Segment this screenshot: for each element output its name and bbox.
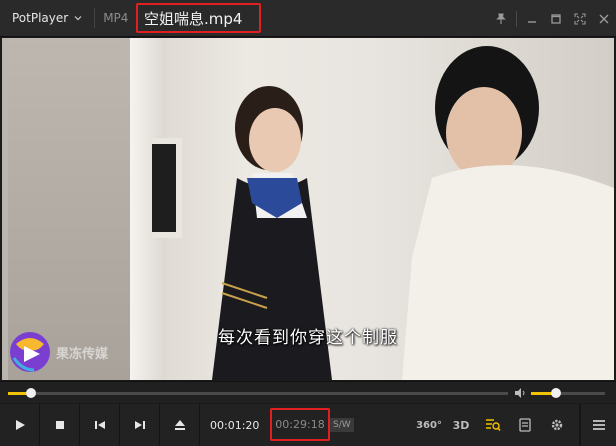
- chapters-button[interactable]: [509, 404, 541, 446]
- main-menu-button[interactable]: [580, 404, 616, 446]
- play-icon: [15, 420, 25, 430]
- minimize-icon: [528, 20, 536, 23]
- maximize-icon: [551, 13, 561, 24]
- document-icon: [519, 418, 531, 432]
- hamburger-menu-icon: [592, 420, 605, 430]
- fullscreen-button[interactable]: [568, 7, 592, 31]
- seek-row: [0, 381, 616, 403]
- format-label: MP4: [103, 11, 129, 25]
- app-menu-button[interactable]: PotPlayer: [0, 0, 90, 36]
- video-area[interactable]: 每次看到你穿这个制服 果冻传媒: [2, 38, 614, 380]
- seek-bar-thumb[interactable]: [26, 388, 36, 398]
- previous-button[interactable]: [80, 404, 120, 446]
- 3d-button[interactable]: 3D: [445, 404, 477, 446]
- file-title: 空姐喘息.mp4: [136, 3, 261, 33]
- volume-slider[interactable]: [531, 388, 605, 398]
- close-button[interactable]: [592, 7, 616, 31]
- sw-decoder-badge[interactable]: S/W: [330, 418, 354, 432]
- eject-icon: [174, 420, 185, 430]
- divider: [94, 8, 96, 28]
- gear-icon: [551, 419, 563, 431]
- 3d-label: 3D: [452, 418, 470, 432]
- playlist-search-icon: [486, 419, 501, 431]
- fullscreen-icon: [574, 12, 586, 25]
- right-controls: 360° 3D: [413, 404, 616, 446]
- play-button[interactable]: [0, 404, 40, 446]
- next-icon: [134, 421, 145, 429]
- next-button[interactable]: [120, 404, 160, 446]
- volume-slider-thumb[interactable]: [551, 388, 562, 398]
- total-time[interactable]: 00:29:18: [270, 408, 330, 441]
- previous-icon: [94, 421, 105, 429]
- volume-icon[interactable]: [514, 387, 526, 399]
- video-frame: [152, 138, 182, 238]
- watermark-text: 果冻传媒: [56, 346, 109, 362]
- app-name: PotPlayer: [12, 11, 69, 25]
- stop-icon: [55, 421, 64, 429]
- settings-button[interactable]: [541, 404, 573, 446]
- close-icon: [599, 14, 609, 23]
- current-time: 00:01:20: [210, 418, 260, 432]
- maximize-button[interactable]: [544, 7, 568, 31]
- pin-icon: [496, 12, 506, 24]
- 360-button[interactable]: 360°: [413, 404, 445, 446]
- minimize-button[interactable]: [520, 7, 544, 31]
- watermark: 果冻传媒: [8, 330, 108, 374]
- playlist-search-button[interactable]: [477, 404, 509, 446]
- window-controls: [489, 0, 616, 37]
- chevron-down-icon: [74, 16, 82, 21]
- pin-button[interactable]: [489, 7, 513, 31]
- eject-button[interactable]: [160, 404, 200, 446]
- divider: [516, 10, 517, 27]
- stop-button[interactable]: [40, 404, 80, 446]
- 360-label: 360°: [416, 419, 442, 431]
- watermark-logo-icon: [10, 332, 50, 372]
- seek-bar[interactable]: [8, 388, 508, 398]
